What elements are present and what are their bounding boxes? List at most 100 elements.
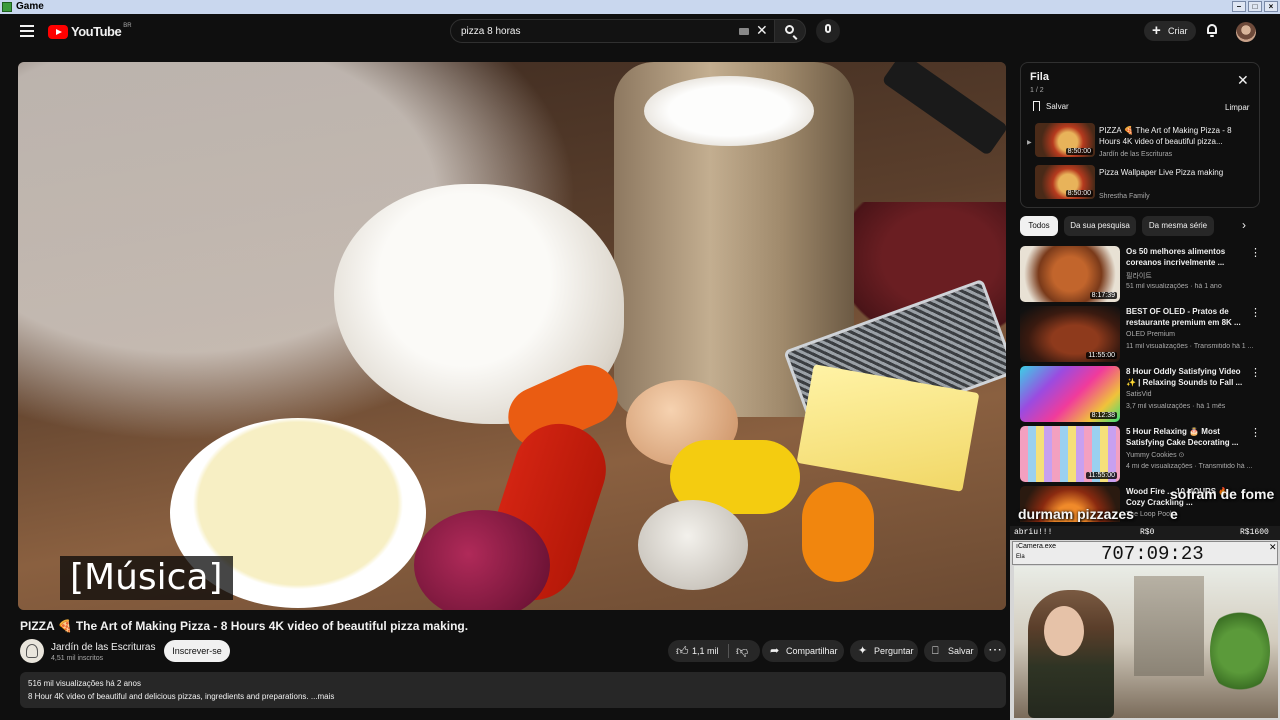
like-count[interactable]: 1,1 mil [692, 640, 719, 662]
queue-title: Fila [1030, 71, 1049, 83]
stream-text-overlay: sofram de fome e durmam pizzazes [1010, 480, 1280, 524]
timer-window-title: ıCamera.exe [1016, 543, 1057, 550]
logo-text: YouTube [71, 24, 122, 39]
close-icon[interactable]: ✕ [1269, 542, 1277, 553]
queue-item-title: Pizza Wallpaper Live Pizza making [1099, 168, 1224, 177]
duration-badge: 8:17:39 [1089, 292, 1117, 299]
more-options-icon[interactable]: ⋮ [1250, 246, 1261, 259]
status-mid: R$0 [1140, 528, 1155, 537]
youtube-logo[interactable]: YouTube BR [48, 23, 132, 39]
recommendation-title: BEST OF OLED - Pratos de restaurante pre… [1126, 307, 1241, 327]
queue-item[interactable]: 8:50:00 PIZZA 🍕 The Art of Making Pizza … [1035, 123, 1257, 161]
timer-window: ıCamera.exe Ela 707:09:23 ✕ [1012, 541, 1278, 565]
queue-count: 1 / 2 [1030, 87, 1044, 94]
description-box[interactable]: 516 mil visualizações há 2 anos 8 Hour 4… [20, 672, 1006, 708]
now-playing-icon: ▶ [1027, 140, 1032, 146]
more-options-icon[interactable]: ⋮ [1250, 426, 1261, 439]
video-player[interactable]: [Música] [18, 62, 1006, 610]
maximize-button[interactable]: □ [1248, 1, 1262, 12]
recommendation-thumbnail: 8:12:38 [1020, 366, 1120, 422]
mushroom [638, 500, 748, 590]
ask-button[interactable]: ✦ Perguntar [850, 640, 918, 662]
duration-badge: 8:50:00 [1065, 148, 1093, 155]
queue-thumbnail: 8:50:00 [1035, 165, 1095, 199]
notifications-icon[interactable] [1206, 24, 1218, 38]
save-button[interactable]: ⎕ Salvar [924, 640, 978, 662]
red-onion [414, 510, 550, 610]
clear-queue-button[interactable]: Limpar [1225, 103, 1249, 112]
search-value: pizza 8 horas [461, 26, 521, 37]
video-caption: [Música] [60, 556, 233, 600]
chip-todos[interactable]: Todos [1020, 216, 1058, 236]
recommendation-item[interactable]: 11:55:00 BEST OF OLED - Pratos de restau… [1020, 306, 1261, 362]
queue-item-title: PIZZA 🍕 The Art of Making Pizza - 8 Hour… [1099, 126, 1232, 146]
window-controls: – □ × [1232, 1, 1278, 12]
recommendation-item[interactable]: 8:17:39 Os 50 melhores alimentos coreano… [1020, 246, 1261, 302]
duration-badge: 11:55:00 [1086, 352, 1117, 359]
create-label: Criar [1168, 26, 1188, 36]
recommendation-channel: 필라이트 [1126, 273, 1152, 280]
channel-avatar[interactable] [20, 639, 44, 663]
avatar[interactable] [1236, 22, 1256, 42]
video-title: PIZZA 🍕 The Art of Making Pizza - 8 Hour… [20, 619, 469, 633]
chip-da-mesma-serie[interactable]: Da mesma série [1142, 216, 1214, 236]
close-queue-icon[interactable]: ✕ [1237, 72, 1249, 89]
chip-da-sua-pesquisa[interactable]: Da sua pesquisa [1064, 216, 1136, 236]
views-date: 516 mil visualizações há 2 anos [28, 679, 141, 688]
recommendation-meta: 51 mil visualizações · há 1 ano [1126, 283, 1222, 290]
keyboard-icon[interactable] [739, 28, 749, 35]
recommendation-thumbnail: 8:17:39 [1020, 246, 1120, 302]
chevron-right-icon[interactable]: › [1242, 218, 1246, 232]
window-titlebar: Game – □ × [0, 0, 1280, 14]
recommendation-item[interactable]: 8:12:38 8 Hour Oddly Satisfying Video ✨ … [1020, 366, 1261, 422]
app-icon [2, 2, 12, 12]
queue-item[interactable]: 8:50:00 Pizza Wallpaper Live Pizza makin… [1035, 165, 1257, 203]
like-dislike-group: 👍︎ 1,1 mil 👎︎ [668, 640, 760, 662]
share-label: Compartilhar [786, 646, 838, 656]
create-button[interactable]: + Criar [1144, 21, 1196, 41]
recommendation-channel: SatisVid [1126, 391, 1152, 398]
queue-item-channel: Jardín de las Escrituras [1099, 151, 1173, 158]
microphone-icon [825, 24, 831, 33]
webcam-feed [1014, 566, 1278, 718]
ask-label: Perguntar [874, 646, 914, 656]
bookmark-icon: ⎕ [932, 645, 939, 657]
clear-search-icon[interactable]: ✕ [756, 22, 768, 39]
recommendation-channel: Yummy Cookies ⊙ [1126, 452, 1185, 459]
small-orange-pepper [802, 482, 874, 582]
channel-name[interactable]: Jardín de las Escrituras [51, 642, 156, 653]
subscribe-button[interactable]: Inscrever-se [164, 640, 230, 662]
search-input[interactable]: pizza 8 horas ✕ [450, 19, 780, 43]
voice-search-button[interactable] [816, 19, 840, 43]
recommendation-title: 5 Hour Relaxing 🎂 Most Satisfying Cake D… [1126, 427, 1239, 447]
close-window-button[interactable]: × [1264, 1, 1278, 12]
plant [1210, 606, 1270, 696]
recommendation-item[interactable]: 11:55:00 5 Hour Relaxing 🎂 Most Satisfyi… [1020, 426, 1261, 482]
stream-status-bar: abriu!!! R$0 R$1600 [1010, 526, 1280, 540]
more-options-icon[interactable]: ⋮ [1250, 366, 1261, 379]
queue-panel: Fila 1 / 2 ✕ Salvar Limpar ▶ 8:50:00 PIZ… [1020, 62, 1260, 208]
shelf [1134, 576, 1204, 676]
minimize-button[interactable]: – [1232, 1, 1246, 12]
save-queue-button[interactable]: Salvar [1033, 101, 1069, 111]
share-button[interactable]: ➦ Compartilhar [762, 640, 844, 662]
like-icon[interactable]: 👍︎ [676, 640, 689, 662]
status-right: R$1600 [1240, 528, 1269, 537]
separator [728, 644, 729, 658]
recommendation-meta: 4 mi de visualizações · Transmitido há .… [1126, 463, 1253, 470]
queue-thumbnail: 8:50:00 [1035, 123, 1095, 157]
duration-badge: 8:50:00 [1065, 190, 1093, 197]
filter-chips: Todos Da sua pesquisa Da mesma série › [1020, 216, 1260, 236]
more-options-icon[interactable]: ⋮ [1250, 306, 1261, 319]
share-icon: ➦ [770, 645, 780, 657]
sparkle-icon: ✦ [858, 645, 868, 657]
recommendation-thumbnail: 11:55:00 [1020, 426, 1120, 482]
dislike-icon[interactable]: 👎︎ [736, 640, 748, 662]
duration-badge: 8:12:38 [1089, 412, 1117, 419]
more-actions-button[interactable]: ⋯ [984, 640, 1006, 662]
stream-timer: 707:09:23 [1101, 543, 1204, 565]
recommendation-title: Os 50 melhores alimentos coreanos incriv… [1126, 247, 1226, 267]
menu-icon[interactable] [20, 25, 34, 40]
recommendation-meta: 3,7 mil visualizações · há 1 mês [1126, 403, 1226, 410]
search-button[interactable] [774, 19, 806, 43]
